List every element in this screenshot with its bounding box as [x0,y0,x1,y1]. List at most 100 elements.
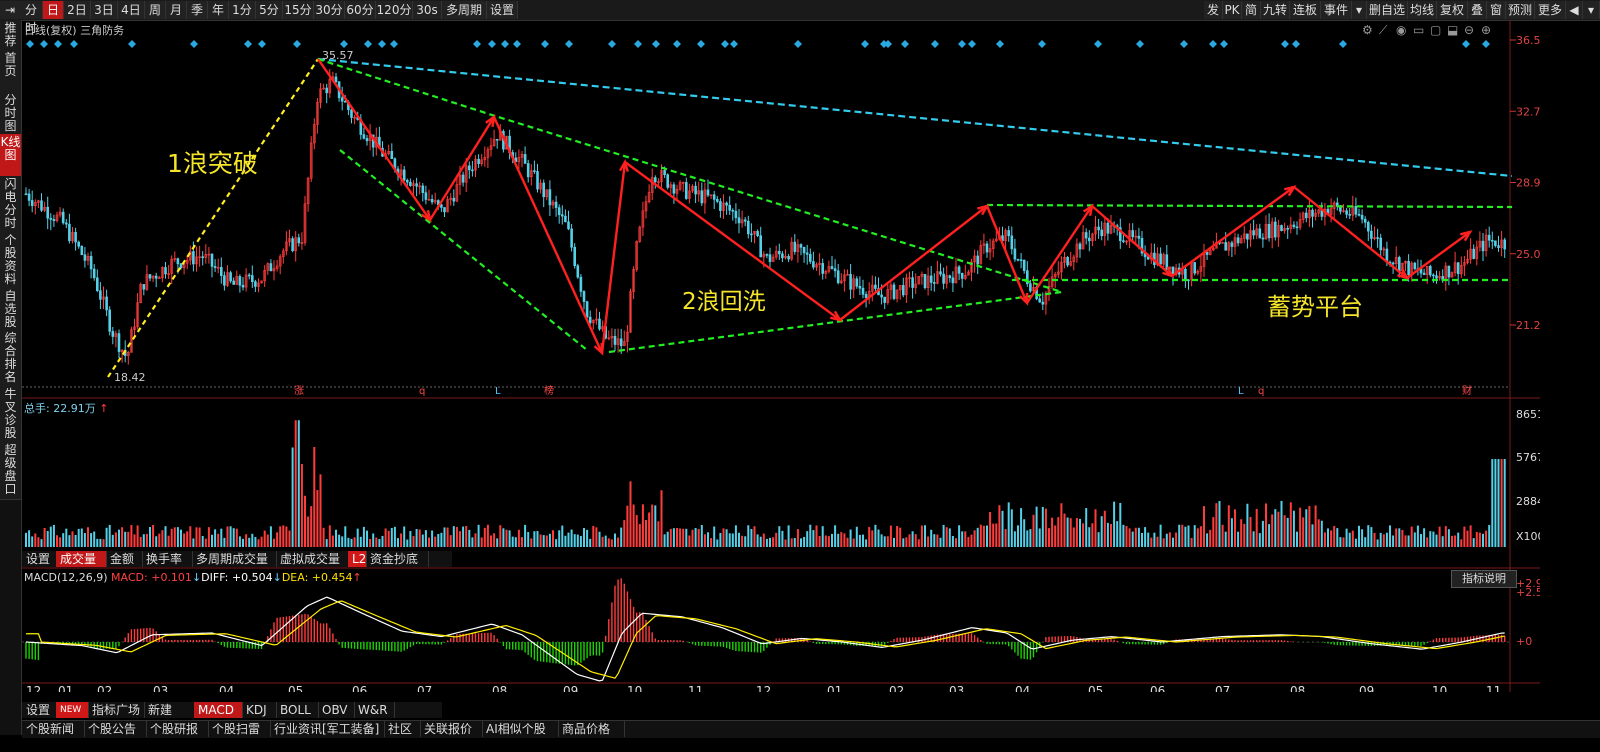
period-button-7[interactable]: 季 [187,1,208,19]
tool-button-6[interactable]: ▾ [1352,1,1367,19]
volume-bar [1299,507,1302,547]
volume-bar [948,528,951,547]
period-button-6[interactable]: 月 [166,1,187,19]
period-button-13[interactable]: 60分 [345,1,376,19]
news-tab-6[interactable]: 关联报价 [420,721,483,737]
wave-arrow-segment [428,116,496,221]
sidebar-item-1[interactable]: 首页 [0,50,21,94]
news-tab-8[interactable]: 商品价格 [558,721,625,737]
sidebar-item-9[interactable]: 超级盘口 [0,442,21,500]
tool-button-3[interactable]: 九转 [1261,1,1290,19]
volume-tab-2[interactable]: 金额 [106,551,143,567]
candle-body [1363,218,1367,223]
volume-tab-0[interactable]: 设置 [22,551,57,567]
news-tab-5[interactable]: 社区 [384,721,421,737]
sidebar-item-4[interactable]: 闪电分时 [0,176,21,234]
news-diamond-icon [390,40,398,48]
tool-button-9[interactable]: 复权 [1437,1,1468,19]
news-tab-0[interactable]: 个股新闻 [22,721,85,737]
volume-bar [418,529,421,547]
volume-bar [350,538,353,547]
indicator-tab-2[interactable]: 指标广场 [88,702,145,718]
collapse-icon[interactable]: ⇥ [0,1,21,19]
sidebar-item-7[interactable]: 综合排名 [0,330,21,388]
period-button-0[interactable]: 分时 [20,1,43,35]
candle-body [1236,237,1240,244]
tool-button-2[interactable]: 简 [1242,1,1261,19]
sidebar-item-3[interactable]: K线图 [0,134,21,178]
candle-body [564,215,567,223]
tool-button-8[interactable]: 均线 [1408,1,1437,19]
period-button-12[interactable]: 30分 [314,1,345,19]
sidebar-item-0[interactable]: 推荐 [0,20,21,52]
period-button-14[interactable]: 120分 [376,1,413,19]
kline-chart-area[interactable]: 36.52 32.71 28.90 25.09 21.28 35.57 18.42 1浪突破 2… [22,20,1550,698]
period-button-1[interactable]: 日 [43,1,64,19]
volume-bar [955,538,957,547]
volume-bar [52,524,55,547]
period-button-5[interactable]: 周 [145,1,166,19]
tool-button-11[interactable]: 窗 [1487,1,1506,19]
volume-bar [1469,525,1472,547]
sidebar-item-6[interactable]: 自选股 [0,288,21,332]
tool-button-12[interactable]: 预测 [1506,1,1535,19]
tool-button-4[interactable]: 连板 [1290,1,1321,19]
candle-body [421,185,425,193]
volume-bar [1137,527,1140,547]
period-button-2[interactable]: 2日 [64,1,91,19]
news-diamond-icon [54,40,62,48]
news-tab-3[interactable]: 个股扫雷 [208,721,271,737]
period-button-17[interactable]: 设置 [487,1,518,19]
news-diamond-icon [258,40,266,48]
news-tab-7[interactable]: AI相似个股 [482,721,559,737]
news-tab-2[interactable]: 个股研报 [146,721,209,737]
period-button-3[interactable]: 3日 [91,1,118,19]
indicator-tab-5[interactable]: KDJ [242,702,277,718]
volume-bar [1314,505,1317,547]
indicator-tab-1[interactable]: NEW [56,702,89,718]
indicator-tab-6[interactable]: BOLL [276,702,319,718]
period-button-16[interactable]: 多周期 [442,1,487,19]
period-button-11[interactable]: 15分 [283,1,314,19]
volume-bar [130,525,133,547]
volume-bar [189,526,192,547]
volume-bar [1317,519,1320,547]
tool-button-5[interactable]: 事件 [1321,1,1352,19]
news-tab-4[interactable]: 行业资讯[军工装备] [270,721,385,737]
volume-scale-0: 8651 [1516,408,1540,421]
tool-button-10[interactable]: 叠 [1468,1,1487,19]
volume-tab-7[interactable]: 资金抄底 [366,551,429,567]
volume-tab-3[interactable]: 换手率 [142,551,193,567]
tool-button-7[interactable]: 删自选 [1367,1,1408,19]
volume-bar [1308,506,1311,547]
indicator-tab-4[interactable]: MACD [194,702,243,718]
indicator-explain-button[interactable]: 指标说明 [1451,570,1517,588]
period-button-10[interactable]: 5分 [256,1,283,19]
period-button-4[interactable]: 4日 [118,1,145,19]
indicator-tab-3[interactable]: 新建 [144,702,195,718]
volume-tab-1[interactable]: 成交量 [56,551,107,567]
volume-bar [1181,524,1184,547]
sidebar-item-2[interactable]: 分时图 [0,92,21,136]
sidebar-item-8[interactable]: 牛叉诊股 [0,386,21,444]
tool-button-13[interactable]: 更多 [1535,1,1566,19]
volume-tab-6[interactable]: L2 [348,551,367,567]
indicator-tab-8[interactable]: W&R [354,702,395,718]
period-button-8[interactable]: 年 [208,1,229,19]
sidebar-item-5[interactable]: 个股资料 [0,232,21,290]
indicator-tab-0[interactable]: 设置 [22,702,57,718]
volume-tab-4[interactable]: 多周期成交量 [192,551,277,567]
tool-button-14[interactable]: ◀ [1566,1,1583,19]
period-button-15[interactable]: 30s [413,1,442,19]
volume-bar [421,534,424,547]
tool-button-15[interactable]: ▾ [1583,1,1600,19]
volume-bar [924,525,926,547]
news-tab-1[interactable]: 个股公告 [84,721,147,737]
volume-bar [77,528,80,547]
volume-bar [452,526,455,547]
period-button-9[interactable]: 1分 [229,1,256,19]
volume-tab-5[interactable]: 虚拟成交量 [276,551,349,567]
indicator-tab-7[interactable]: OBV [318,702,355,718]
tool-button-0[interactable]: 发 [1204,1,1223,19]
tool-button-1[interactable]: PK [1223,1,1242,19]
